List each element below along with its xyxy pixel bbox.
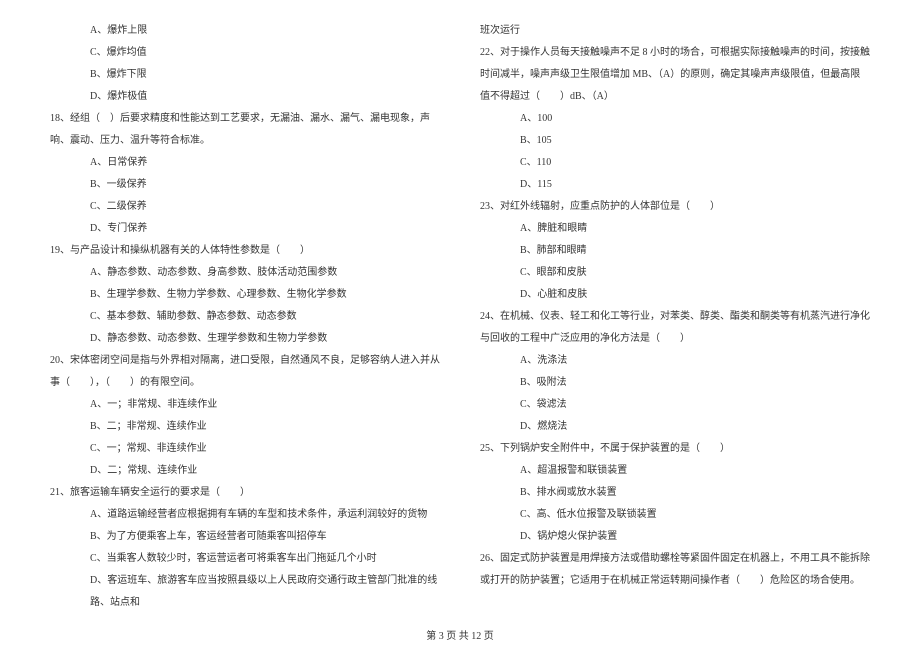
q18-option-d: D、专门保养 xyxy=(50,218,440,240)
q21-option-b: B、为了方便乘客上车，客运经营者可随乘客叫招停车 xyxy=(50,526,440,548)
q24-option-a: A、洗涤法 xyxy=(480,350,870,372)
q21-text: 21、旅客运输车辆安全运行的要求是（ ） xyxy=(50,482,440,504)
q26-text: 26、固定式防护装置是用焊接方法或借助螺栓等紧固件固定在机器上，不用工具不能拆除… xyxy=(480,548,870,592)
q23-option-c: C、眼部和皮肤 xyxy=(480,262,870,284)
q23-text: 23、对红外线辐射，应重点防护的人体部位是（ ） xyxy=(480,196,870,218)
q18-option-b: B、一级保养 xyxy=(50,174,440,196)
q17-option-d: D、爆炸极值 xyxy=(50,86,440,108)
left-column: A、爆炸上限 C、爆炸均值 B、爆炸下限 D、爆炸极值 18、经组（ ）后要求精… xyxy=(50,20,440,614)
q23-option-a: A、脾脏和眼睛 xyxy=(480,218,870,240)
page-footer: 第 3 页 共 12 页 xyxy=(0,627,920,642)
q21-option-d: D、客运班车、旅游客车应当按照县级以上人民政府交通行政主管部门批准的线路、站点和 xyxy=(50,570,440,614)
q20-option-a: A、一；非常规、非连续作业 xyxy=(50,394,440,416)
q19-text: 19、与产品设计和操纵机器有关的人体特性参数是（ ） xyxy=(50,240,440,262)
q23-option-d: D、心脏和皮肤 xyxy=(480,284,870,306)
q22-option-d: D、115 xyxy=(480,174,870,196)
q18-option-c: C、二级保养 xyxy=(50,196,440,218)
q22-option-c: C、110 xyxy=(480,152,870,174)
right-column: 班次运行 22、对于操作人员每天接触噪声不足 8 小时的场合，可根据实际接触噪声… xyxy=(480,20,870,614)
q22-text: 22、对于操作人员每天接触噪声不足 8 小时的场合，可根据实际接触噪声的时间，按… xyxy=(480,42,870,108)
q20-option-b: B、二；非常规、连续作业 xyxy=(50,416,440,438)
q17-option-c: C、爆炸均值 xyxy=(50,42,440,64)
q18-text: 18、经组（ ）后要求精度和性能达到工艺要求，无漏油、漏水、漏气、漏电现象，声响… xyxy=(50,108,440,152)
q19-option-d: D、静态参数、动态参数、生理学参数和生物力学参数 xyxy=(50,328,440,350)
q17-option-b: B、爆炸下限 xyxy=(50,64,440,86)
q18-option-a: A、日常保养 xyxy=(50,152,440,174)
q24-text: 24、在机械、仪表、轻工和化工等行业，对苯类、醇类、酯类和酮类等有机蒸汽进行净化… xyxy=(480,306,870,350)
q20-option-c: C、一；常规、非连续作业 xyxy=(50,438,440,460)
q25-option-d: D、锅炉熄火保护装置 xyxy=(480,526,870,548)
q24-option-c: C、袋滤法 xyxy=(480,394,870,416)
q21-option-c: C、当乘客人数较少时，客运营运者可将乘客车出门拖延几个小时 xyxy=(50,548,440,570)
q22-option-b: B、105 xyxy=(480,130,870,152)
q20-text: 20、宋体密闭空间是指与外界相对隔离，进口受限，自然通风不良，足够容纳人进入并从… xyxy=(50,350,440,394)
q24-option-d: D、燃烧法 xyxy=(480,416,870,438)
q17-option-a: A、爆炸上限 xyxy=(50,20,440,42)
q21-option-a: A、道路运输经营者应根据拥有车辆的车型和技术条件，承运利润较好的货物 xyxy=(50,504,440,526)
q25-option-b: B、排水阀或放水装置 xyxy=(480,482,870,504)
q25-option-a: A、超温报警和联锁装置 xyxy=(480,460,870,482)
q24-option-b: B、吸附法 xyxy=(480,372,870,394)
q25-text: 25、下列锅炉安全附件中，不属于保护装置的是（ ） xyxy=(480,438,870,460)
q23-option-b: B、肺部和眼睛 xyxy=(480,240,870,262)
q22-option-a: A、100 xyxy=(480,108,870,130)
q19-option-a: A、静态参数、动态参数、身高参数、肢体活动范围参数 xyxy=(50,262,440,284)
q25-option-c: C、高、低水位报警及联锁装置 xyxy=(480,504,870,526)
q20-option-d: D、二；常规、连续作业 xyxy=(50,460,440,482)
q19-option-c: C、基本参数、辅助参数、静态参数、动态参数 xyxy=(50,306,440,328)
page-content: A、爆炸上限 C、爆炸均值 B、爆炸下限 D、爆炸极值 18、经组（ ）后要求精… xyxy=(50,20,870,614)
q21-continuation: 班次运行 xyxy=(480,20,870,42)
q19-option-b: B、生理学参数、生物力学参数、心理参数、生物化学参数 xyxy=(50,284,440,306)
